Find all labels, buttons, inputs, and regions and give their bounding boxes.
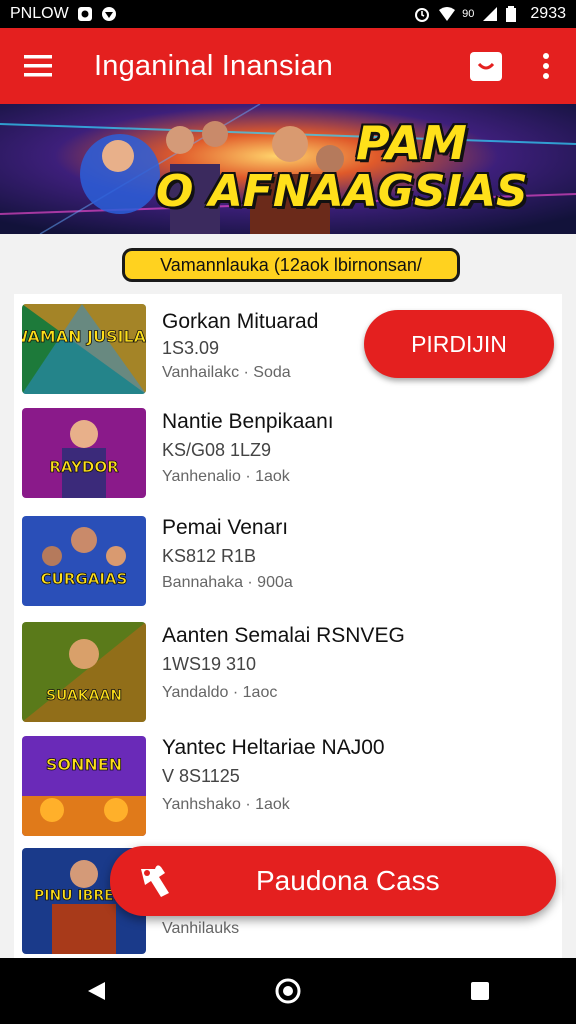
wifi-icon: [438, 6, 456, 22]
game-title: Aanten Semalai RSNVEG: [162, 624, 405, 647]
game-subtitle: V 8S1125: [162, 766, 240, 786]
status-left-text: PNLOW: [10, 5, 69, 22]
thumb-text: CURGAIAS: [41, 570, 128, 588]
game-title: Gorkan Mituarad: [162, 310, 319, 333]
signal-icon: [482, 6, 498, 22]
shopping-bag-icon[interactable]: [456, 28, 516, 104]
promo-banner[interactable]: PAM O AFNAAGSIAS: [0, 104, 576, 234]
game-thumbnail: RAYDOR: [22, 408, 146, 498]
battery-icon: [506, 6, 522, 22]
fab-button[interactable]: Paudona Cass: [110, 846, 556, 916]
status-right: 90 2933: [414, 5, 566, 23]
game-meta: Bannahaka · 900a: [162, 574, 293, 591]
game-title: Pemai Venarı: [162, 516, 289, 539]
game-subtitle: 1S3.09: [162, 338, 220, 358]
play-button[interactable]: PIRDIJIN: [364, 310, 554, 378]
fab-label: Paudona Cass: [256, 865, 440, 896]
game-thumbnail: WAMAN JUSILAS: [22, 304, 146, 394]
thumb-text: SUAKAAN: [46, 688, 122, 704]
game-meta: Vanhailakc · Soda: [162, 364, 291, 381]
alarm-icon: [414, 6, 430, 22]
game-meta: Vanhilauks: [162, 920, 240, 937]
signal-text: 90: [462, 8, 475, 20]
game-meta: Yanhshako · 1aok: [162, 796, 290, 813]
puzzle-pin-icon: [110, 863, 200, 899]
game-title: Nantie Benpikaanı: [162, 410, 334, 433]
system-nav-bar: [0, 958, 576, 1024]
more-vert-icon[interactable]: [516, 28, 576, 104]
status-time: 2933: [530, 5, 566, 22]
banner-headline-2: O AFNAAGSIAS: [156, 166, 528, 217]
recents-square-icon[interactable]: [450, 961, 510, 1021]
app-title: Inganinal Inansian: [94, 49, 334, 82]
list-item[interactable]: CURGAIAS Pemai Venarı KS812 R1B Bannahak…: [14, 506, 562, 612]
banner-headline-1: PAM: [356, 116, 467, 170]
back-triangle-icon[interactable]: [66, 961, 126, 1021]
list-item[interactable]: SUAKAAN Aanten Semalai RSNVEG 1WS19 310 …: [14, 612, 562, 724]
location-icon: [101, 6, 117, 22]
game-thumbnail: CURGAIAS: [22, 516, 146, 606]
hamburger-menu-icon[interactable]: [0, 28, 76, 104]
game-title: Yantec Heltariae NAJ00: [162, 736, 385, 759]
list-item[interactable]: WAMAN JUSILAS Gorkan Mituarad 1S3.09 Van…: [14, 294, 562, 400]
notification-icon: [77, 6, 93, 22]
game-subtitle: KS/G08 1LZ9: [162, 440, 272, 460]
game-subtitle: KS812 R1B: [162, 546, 257, 566]
status-bar: PNLOW 90 2933: [0, 0, 576, 28]
section-label: Vamannlauka (12aok lbirnonsan/: [122, 248, 460, 282]
app-bar: Inganinal Inansian: [0, 28, 576, 104]
game-subtitle: 1WS19 310: [162, 654, 257, 674]
game-meta: Yanhenalio · 1aok: [162, 468, 290, 485]
thumb-text: SONNEN: [46, 755, 122, 774]
list-item[interactable]: RAYDOR Nantie Benpikaanı KS/G08 1LZ9 Yan…: [14, 400, 562, 506]
thumb-text: WAMAN JUSILAS: [22, 327, 146, 346]
home-circle-icon[interactable]: [258, 961, 318, 1021]
game-thumbnail: SONNEN: [22, 736, 146, 836]
game-thumbnail: SUAKAAN: [22, 622, 146, 722]
thumb-text: RAYDOR: [49, 458, 119, 476]
list-item[interactable]: SONNEN Yantec Heltariae NAJ00 V 8S1125 Y…: [14, 724, 562, 838]
status-left: PNLOW: [10, 5, 117, 23]
game-meta: Yandaldo · 1aoc: [162, 684, 278, 701]
